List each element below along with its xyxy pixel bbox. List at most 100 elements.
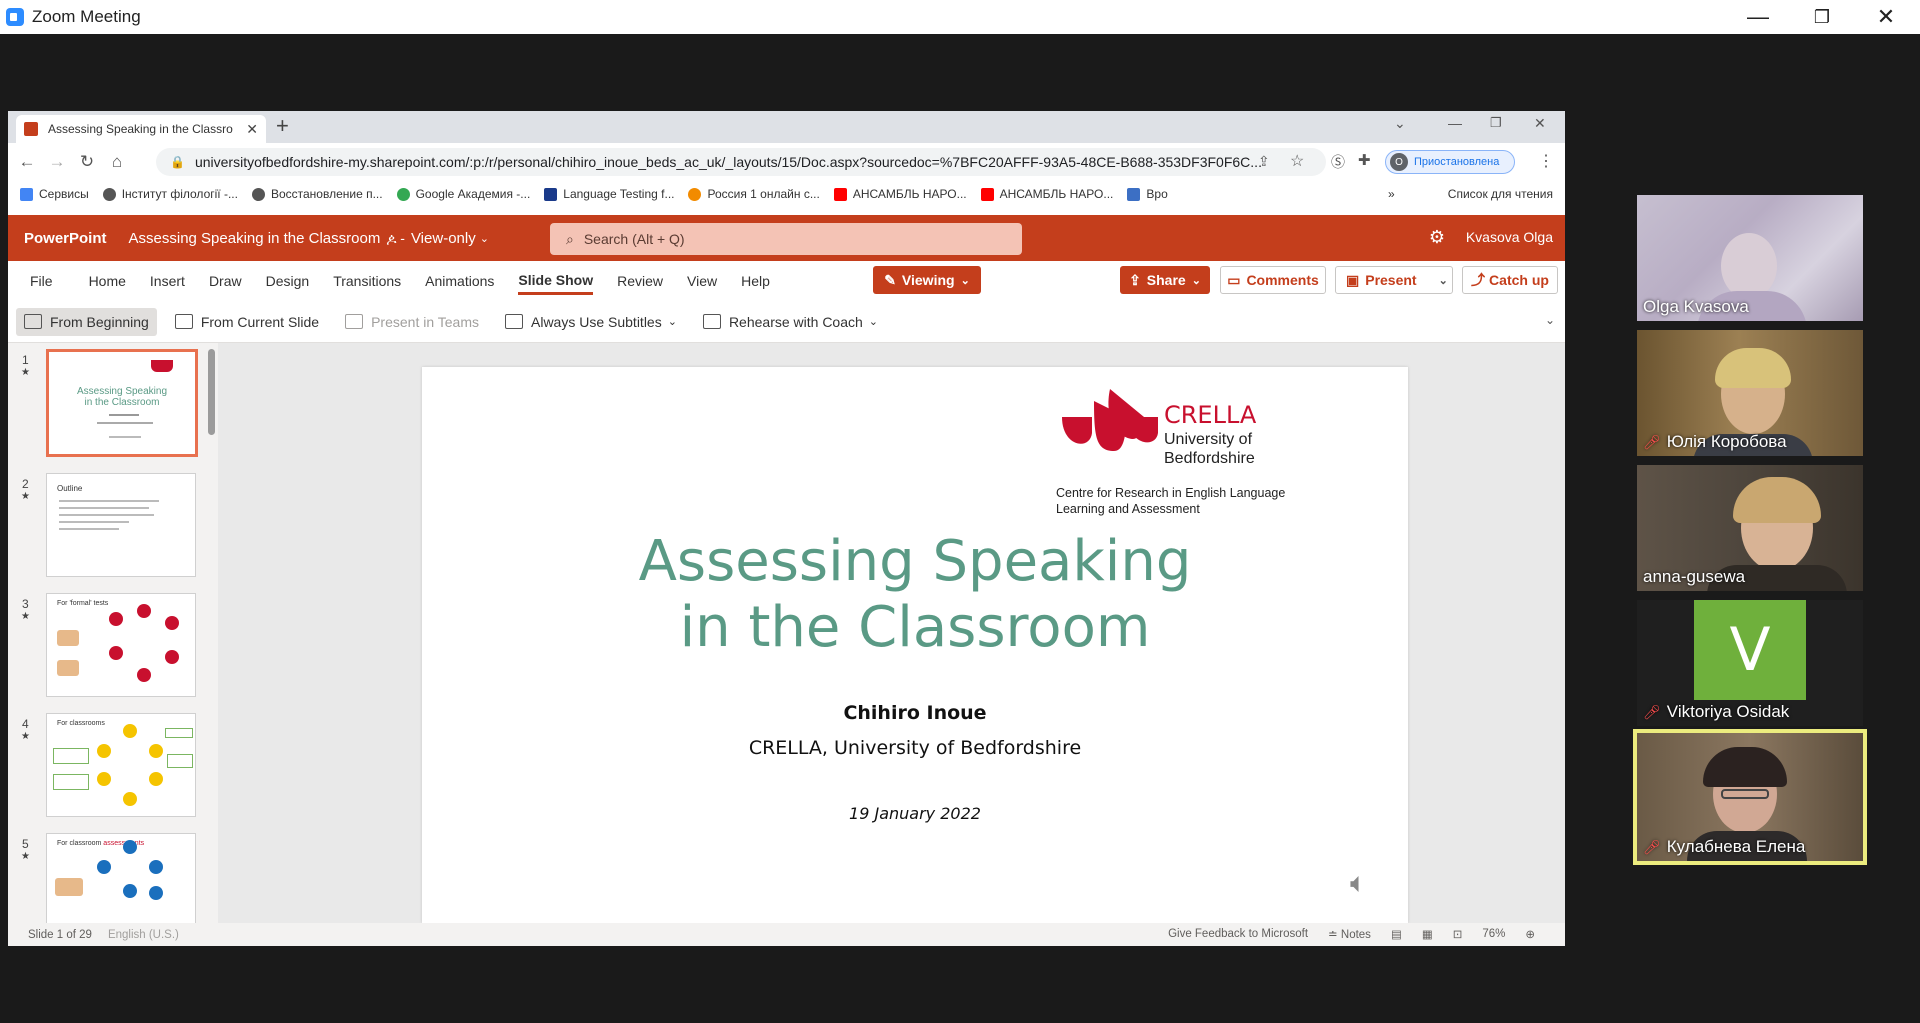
bookmark-item[interactable]: Сервисы (20, 187, 89, 201)
slide-thumbnail[interactable]: Assessing Speaking in the Classroom (46, 349, 198, 457)
participant-tile[interactable]: anna-gusewa (1637, 465, 1863, 591)
view-mode[interactable]: View-only (411, 230, 476, 247)
reading-view-icon[interactable]: ⊡ (1453, 927, 1463, 941)
tab-animations[interactable]: Animations (425, 269, 494, 293)
chevron-down-icon: ⌄ (479, 232, 489, 245)
browser-tab[interactable]: Assessing Speaking in the Classro ✕ (16, 115, 266, 143)
present-button[interactable]: ▣ Present ⌄ (1335, 266, 1453, 294)
bookmark-item[interactable]: Восстановление п... (251, 187, 383, 201)
star-icon: ★ (21, 851, 30, 862)
slide-sorter-icon[interactable]: ▦ (1422, 927, 1433, 941)
browser-minimize-icon[interactable]: — (1448, 115, 1462, 131)
address-bar: ← → ↻ ⌂ 🔒 universityofbedfordshire-my.sh… (8, 143, 1565, 181)
slide-thumbnail[interactable]: For classrooms (46, 713, 196, 817)
ribbon-collapse-icon[interactable]: ⌄ (1545, 313, 1555, 327)
active-speaker-tile[interactable]: 🎤︎ Кулабнева Елена (1633, 729, 1867, 865)
profile-button[interactable]: O Приостановлена (1385, 150, 1515, 174)
home-icon[interactable]: ⌂ (102, 152, 132, 172)
minimize-button[interactable]: — (1726, 0, 1790, 34)
bookmark-star-icon[interactable]: ☆ (1290, 151, 1304, 171)
bookmark-item[interactable]: АНСАМБЛЬ НАРО... (833, 187, 967, 201)
share-page-icon[interactable]: ⇪ (1258, 153, 1270, 170)
speaker-icon[interactable]: 🔈︎ (1350, 867, 1367, 900)
zoom-logo-icon (6, 8, 24, 26)
bookmark-item[interactable]: Інститут філології -... (102, 187, 238, 201)
present-in-teams-button[interactable]: Present in Teams (337, 308, 487, 336)
fit-to-window-icon[interactable]: ⊕ (1525, 927, 1535, 941)
catch-up-icon: ⤴ (1471, 272, 1486, 288)
reading-list[interactable]: Список для чтения (1448, 187, 1553, 201)
bookmark-item[interactable]: АНСАМБЛЬ НАРО... (980, 187, 1113, 201)
notes-button[interactable]: ≐ Notes (1328, 927, 1371, 941)
centre-name: Centre for Research in English Language … (1056, 486, 1286, 516)
skype-icon[interactable]: Ⓢ (1331, 152, 1345, 172)
normal-view-icon[interactable]: ▤ (1391, 927, 1402, 941)
tab-insert[interactable]: Insert (150, 269, 185, 293)
bookmark-item[interactable]: Bpo (1127, 187, 1168, 201)
browser-restore-icon[interactable]: ❐ (1490, 115, 1502, 131)
tab-file[interactable]: File (30, 269, 53, 293)
document-title[interactable]: Assessing Speaking in the Classroom (129, 230, 381, 247)
back-icon[interactable]: ← (12, 152, 42, 172)
tab-transitions[interactable]: Transitions (333, 269, 401, 293)
bookmarks-more-icon[interactable]: » (1388, 187, 1395, 201)
restore-button[interactable]: ❐ (1790, 0, 1854, 34)
participant-tile[interactable]: 🎤︎ Юлія Коробова (1637, 330, 1863, 456)
url-field[interactable]: 🔒 universityofbedfordshire-my.sharepoint… (156, 148, 1326, 176)
reload-icon[interactable]: ↻ (72, 152, 102, 172)
tab-slide-show[interactable]: Slide Show (518, 268, 594, 295)
tab-draw[interactable]: Draw (209, 269, 242, 293)
slide-thumbnail[interactable]: For classroom assessments (46, 833, 196, 923)
viewing-button[interactable]: ✎ Viewing ⌄ (873, 266, 981, 294)
participant-tile[interactable]: V 🎤︎ Viktoriya Osidak (1637, 600, 1863, 726)
slide-canvas: CRELLA University of Bedfordshire Centre… (422, 367, 1408, 923)
slide-thumbnail[interactable]: Outline (46, 473, 196, 577)
star-icon: ★ (21, 367, 30, 378)
subtitles-icon (505, 314, 523, 329)
tab-strip: Assessing Speaking in the Classro ✕ + ⌄ … (8, 111, 1565, 143)
browser-close-icon[interactable]: ✕ (1534, 115, 1546, 132)
catch-up-button[interactable]: ⤴ Catch up (1462, 266, 1558, 294)
comments-button[interactable]: ▭ Comments (1220, 266, 1326, 294)
bookmark-item[interactable]: Россия 1 онлайн с... (688, 187, 820, 201)
bookmarks-bar: Сервисы Інститут філології -... Восстано… (8, 181, 1565, 207)
slide-thumbnail[interactable]: For 'formal' tests (46, 593, 196, 697)
extensions-icon[interactable]: ✚ (1358, 151, 1371, 169)
from-beginning-button[interactable]: From Beginning (16, 307, 157, 336)
present-icon: ▣ (1346, 271, 1360, 288)
tab-home[interactable]: Home (89, 269, 126, 293)
slide-date: 19 January 2022 (849, 804, 981, 823)
zoom-level[interactable]: 76% (1482, 928, 1505, 940)
app-brand[interactable]: PowerPoint (24, 230, 107, 247)
participant-tile[interactable]: Olga Kvasova (1637, 195, 1863, 321)
forward-icon[interactable]: → (42, 152, 72, 172)
bookmark-item[interactable]: Google Академия -... (396, 187, 530, 201)
people-icon: ዾ - (386, 229, 405, 246)
tab-close-icon[interactable]: ✕ (246, 121, 258, 138)
search-input[interactable]: ⌕ Search (Alt + Q) (550, 223, 1022, 255)
from-current-slide-button[interactable]: From Current Slide (167, 308, 327, 336)
browser-menu-icon[interactable]: ⋮ (1538, 151, 1554, 171)
tab-review[interactable]: Review (617, 269, 663, 293)
gear-icon[interactable]: ⚙ (1429, 227, 1445, 248)
close-button[interactable]: ✕ (1854, 0, 1918, 34)
search-icon: ⌕ (566, 230, 574, 247)
bookmark-item[interactable]: Language Testing f... (544, 187, 674, 201)
tab-design[interactable]: Design (266, 269, 310, 293)
powerpoint-icon (24, 122, 38, 136)
tab-search-icon[interactable]: ⌄ (1394, 115, 1406, 132)
participant-name: 🎤︎ Viktoriya Osidak (1643, 702, 1790, 721)
share-button[interactable]: ⇪ Share ⌄ (1120, 266, 1210, 294)
rehearse-with-coach-button[interactable]: Rehearse with Coach ⌄ (695, 308, 886, 336)
new-tab-button[interactable]: + (276, 113, 289, 139)
always-use-subtitles-button[interactable]: Always Use Subtitles ⌄ (497, 308, 685, 336)
tab-help[interactable]: Help (741, 269, 770, 293)
chevron-down-icon[interactable]: ⌄ (1439, 274, 1448, 287)
slide-thumbnails-pane: 1 ★ Assessing Speaking in the Classroom 2… (8, 343, 218, 923)
tab-view[interactable]: View (687, 269, 717, 293)
thumbnail-scrollbar[interactable] (208, 349, 215, 435)
zoom-window-title: Zoom Meeting (32, 7, 141, 26)
user-name[interactable]: Kvasova Olga (1466, 229, 1553, 245)
profile-avatar: O (1390, 153, 1408, 171)
feedback-link[interactable]: Give Feedback to Microsoft (1168, 928, 1308, 940)
